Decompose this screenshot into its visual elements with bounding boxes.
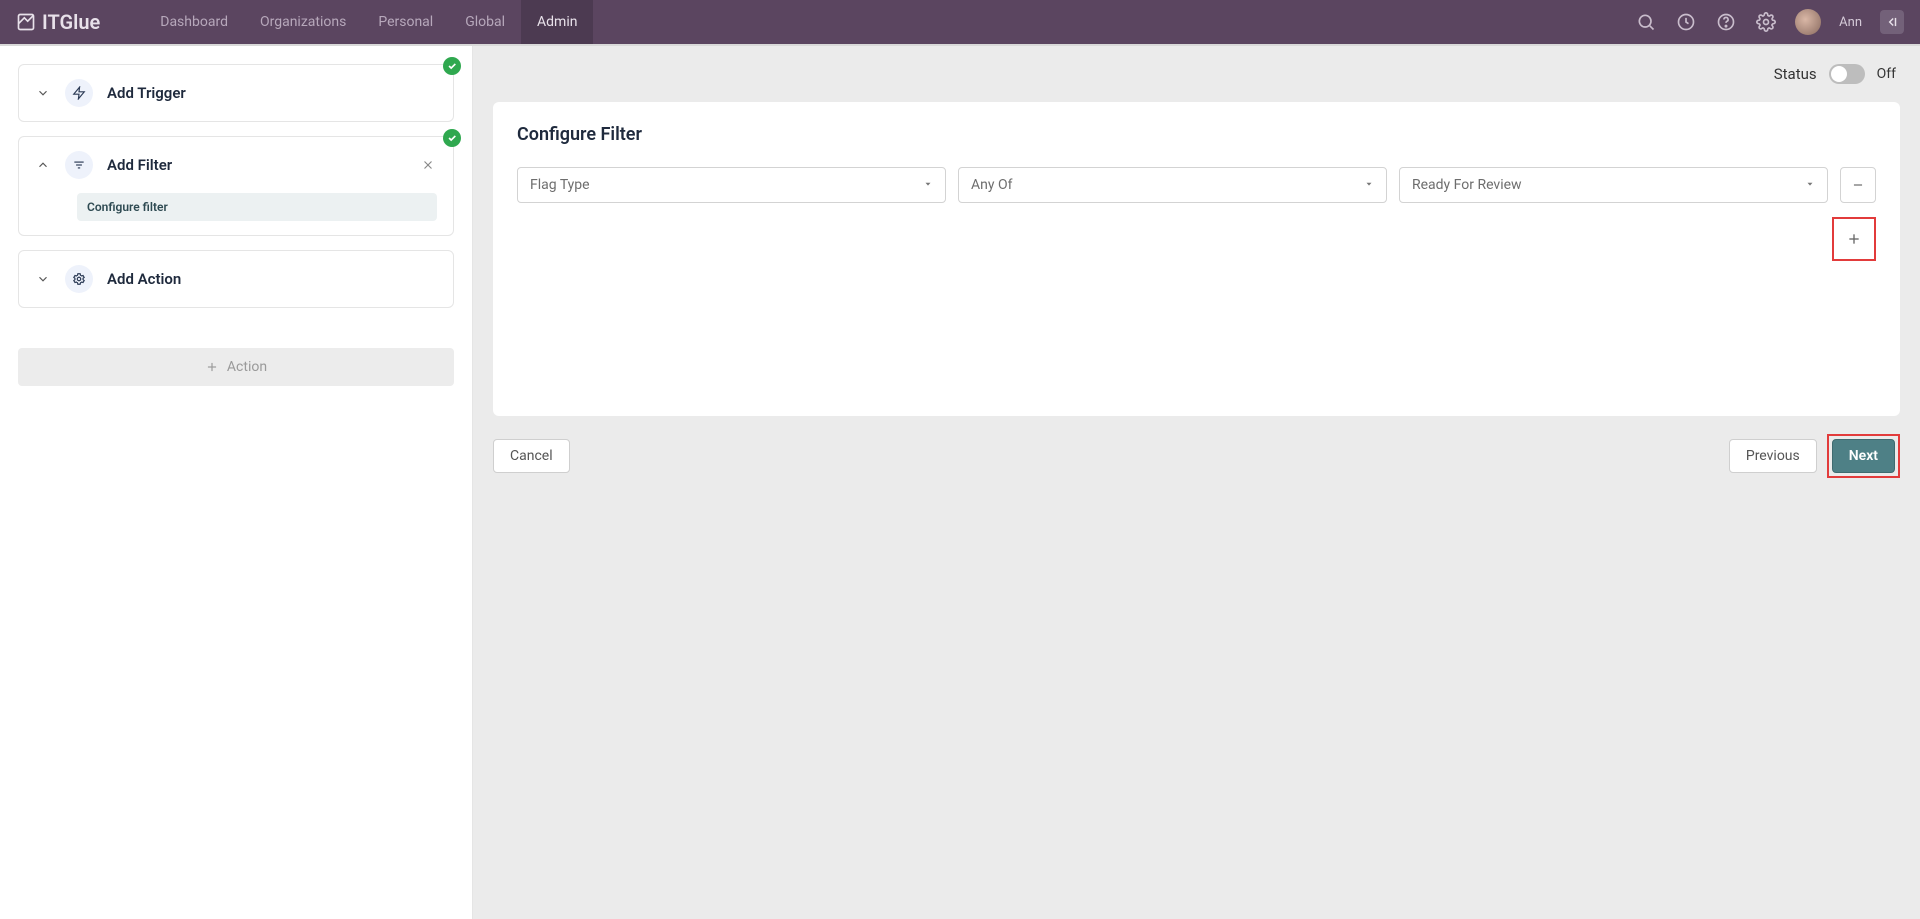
status-label: Status — [1774, 65, 1817, 83]
bolt-icon — [65, 79, 93, 107]
nav-links: Dashboard Organizations Personal Global … — [144, 0, 593, 44]
select-operator[interactable]: Any Of — [958, 167, 1387, 203]
add-row-button[interactable] — [1832, 217, 1876, 261]
next-button[interactable]: Next — [1832, 439, 1895, 473]
history-icon[interactable] — [1675, 11, 1697, 33]
workflow-sidebar: Add Trigger Add Filter Configure fi — [0, 46, 473, 919]
topbar-icons: Ann — [1635, 9, 1904, 35]
chevron-up-icon[interactable] — [35, 157, 51, 173]
caret-down-icon — [1364, 177, 1374, 193]
nav-personal[interactable]: Personal — [362, 0, 449, 44]
select-flag-type[interactable]: Flag Type — [517, 167, 946, 203]
topbar: ITGlue Dashboard Organizations Personal … — [0, 0, 1920, 44]
step-trigger[interactable]: Add Trigger — [18, 64, 454, 122]
nav-admin[interactable]: Admin — [521, 0, 593, 44]
add-action-label: Action — [227, 359, 267, 375]
minus-icon — [1851, 178, 1865, 192]
help-icon[interactable] — [1715, 11, 1737, 33]
username[interactable]: Ann — [1839, 15, 1862, 30]
nav-organizations[interactable]: Organizations — [244, 0, 362, 44]
next-button-highlight: Next — [1827, 434, 1900, 478]
select-operator-value: Any Of — [971, 177, 1012, 193]
brand-logo[interactable]: ITGlue — [16, 10, 100, 34]
close-icon[interactable] — [419, 156, 437, 174]
footer-row: Cancel Previous Next — [493, 434, 1900, 478]
nav-dashboard[interactable]: Dashboard — [144, 0, 244, 44]
step-filter[interactable]: Add Filter Configure filter — [18, 136, 454, 236]
gear-icon — [65, 265, 93, 293]
filter-row: Flag Type Any Of Ready For Review — [517, 167, 1876, 203]
remove-row-button[interactable] — [1840, 167, 1876, 203]
plus-icon — [1846, 231, 1862, 247]
settings-icon[interactable] — [1755, 11, 1777, 33]
collapse-panel-icon[interactable] — [1880, 10, 1904, 34]
search-icon[interactable] — [1635, 11, 1657, 33]
status-value: Off — [1877, 66, 1896, 82]
cancel-button[interactable]: Cancel — [493, 439, 570, 473]
avatar[interactable] — [1795, 9, 1821, 35]
step-trigger-title: Add Trigger — [107, 84, 186, 102]
configure-filter-panel: Configure Filter Flag Type Any Of Ready … — [493, 102, 1900, 416]
step-action-title: Add Action — [107, 270, 181, 288]
content-area: Status Off Configure Filter Flag Type An… — [473, 46, 1920, 919]
add-action-bar[interactable]: Action — [18, 348, 454, 386]
select-flag-type-value: Flag Type — [530, 177, 590, 193]
step-action[interactable]: Add Action — [18, 250, 454, 308]
complete-badge-icon — [443, 129, 461, 147]
panel-title: Configure Filter — [517, 124, 1876, 145]
step-filter-title: Add Filter — [107, 156, 172, 174]
brand-name: ITGlue — [42, 10, 100, 34]
filter-icon — [65, 151, 93, 179]
chevron-down-icon[interactable] — [35, 85, 51, 101]
sub-configure-filter[interactable]: Configure filter — [77, 193, 437, 221]
caret-down-icon — [923, 177, 933, 193]
nav-global[interactable]: Global — [449, 0, 521, 44]
plus-icon — [205, 360, 219, 374]
status-toggle[interactable] — [1829, 64, 1865, 84]
status-row: Status Off — [493, 64, 1900, 84]
select-value[interactable]: Ready For Review — [1399, 167, 1828, 203]
chevron-down-icon[interactable] — [35, 271, 51, 287]
select-value-value: Ready For Review — [1412, 177, 1522, 193]
brand-icon — [16, 12, 36, 32]
caret-down-icon — [1805, 177, 1815, 193]
previous-button[interactable]: Previous — [1729, 439, 1817, 473]
complete-badge-icon — [443, 57, 461, 75]
